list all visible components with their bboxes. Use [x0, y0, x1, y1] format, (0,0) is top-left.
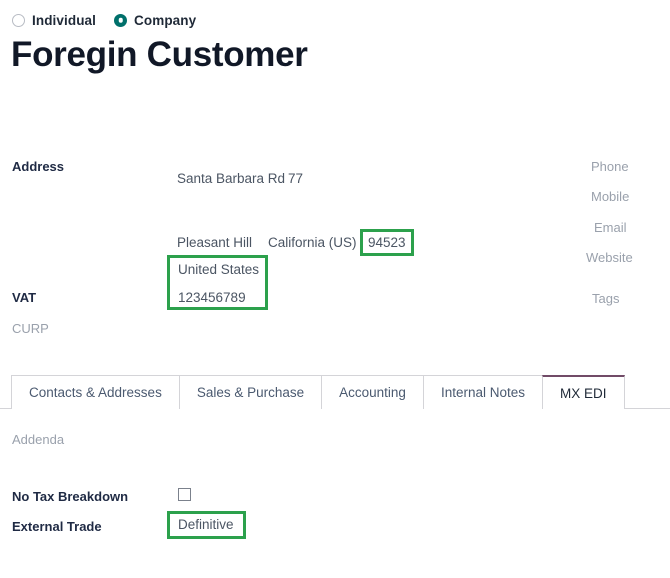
tab-accounting[interactable]: Accounting	[321, 375, 424, 409]
radio-individual-label: Individual	[32, 13, 96, 28]
street2-field[interactable]: 77	[288, 171, 303, 186]
radio-option-company[interactable]: Company	[114, 13, 196, 28]
mobile-label: Mobile	[591, 189, 629, 204]
website-label: Website	[586, 250, 633, 265]
phone-label: Phone	[591, 159, 629, 174]
addenda-label: Addenda	[12, 432, 64, 447]
tab-bar: Contacts & Addresses Sales & Purchase Ac…	[0, 375, 670, 409]
no-tax-breakdown-checkbox[interactable]	[178, 488, 191, 501]
tags-label: Tags	[592, 291, 619, 306]
radio-company-icon[interactable]	[114, 14, 127, 27]
highlight-box-zip	[360, 229, 414, 256]
email-label: Email	[594, 220, 627, 235]
address-label: Address	[12, 159, 64, 174]
tab-mx-edi-label: MX EDI	[560, 386, 607, 401]
curp-label: CURP	[12, 321, 49, 336]
external-trade-label: External Trade	[12, 519, 102, 534]
city-field[interactable]: Pleasant Hill	[177, 235, 252, 250]
street-field[interactable]: Santa Barbara Rd	[177, 171, 285, 186]
radio-individual-icon[interactable]	[12, 14, 25, 27]
page-title[interactable]: Foregin Customer	[11, 33, 308, 77]
radio-option-individual[interactable]: Individual	[12, 13, 96, 28]
no-tax-breakdown-label: No Tax Breakdown	[12, 489, 128, 504]
highlight-box-external-trade	[167, 511, 246, 539]
vat-label: VAT	[12, 290, 36, 305]
tab-accounting-label: Accounting	[339, 385, 406, 400]
tab-internal-notes-label: Internal Notes	[441, 385, 525, 400]
highlight-box-country-vat	[167, 255, 268, 310]
record-type-radio-group: Individual Company	[12, 10, 196, 30]
tab-sales-purchase-label: Sales & Purchase	[197, 385, 304, 400]
state-field[interactable]: California (US)	[268, 235, 357, 250]
tab-contacts-addresses[interactable]: Contacts & Addresses	[11, 375, 180, 409]
tab-strip: Contacts & Addresses Sales & Purchase Ac…	[11, 375, 624, 409]
tab-sales-purchase[interactable]: Sales & Purchase	[179, 375, 322, 409]
contact-form-body: Address VAT CURP Santa Barbara Rd 77 Ple…	[0, 150, 670, 350]
mx-edi-panel: Addenda No Tax Breakdown External Trade …	[0, 409, 670, 578]
radio-company-label: Company	[134, 13, 196, 28]
tab-contacts-addresses-label: Contacts & Addresses	[29, 385, 162, 400]
tab-internal-notes[interactable]: Internal Notes	[423, 375, 543, 409]
tab-mx-edi[interactable]: MX EDI	[542, 375, 625, 409]
